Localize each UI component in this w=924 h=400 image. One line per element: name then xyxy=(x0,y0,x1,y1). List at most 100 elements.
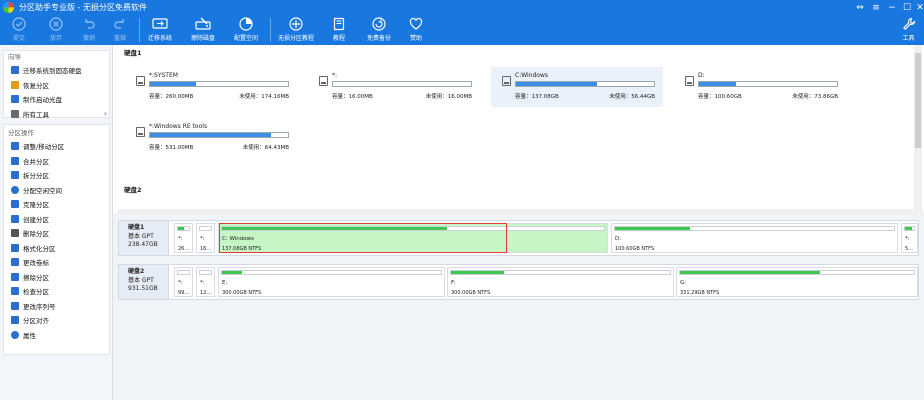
sidebar-item-serial[interactable]: 更改序列号 xyxy=(0,299,113,314)
usage-bar-fill xyxy=(699,82,737,86)
sidebar-item-migrate-ssd[interactable]: 迁移系统到固态硬盘 xyxy=(0,63,113,78)
allocate-space-button[interactable]: 配置空间 xyxy=(227,15,265,45)
disk-map-area: 硬盘1 基本 GPT 238.47GB *: 26... *: 16... C:… xyxy=(113,213,924,400)
backup-icon xyxy=(372,17,386,31)
disk-map-row-disk1[interactable]: 硬盘1 基本 GPT 238.47GB *: 26... *: 16... C:… xyxy=(118,220,919,256)
map-usage-fill xyxy=(680,271,821,274)
sidebar-item-recover-partition[interactable]: 恢复分区 xyxy=(0,78,113,93)
usage-bar-fill xyxy=(516,82,598,86)
sidebar-item-merge[interactable]: 合并分区 xyxy=(0,154,113,169)
redo-button[interactable]: 重做 xyxy=(101,15,139,45)
disk2-label: 硬盘2 xyxy=(124,186,142,194)
wrench-icon xyxy=(902,17,915,30)
partition-card-system[interactable]: *:SYSTEM 容量：260.00MB 未使用：174.16MB xyxy=(125,67,297,107)
sidebar-item-boot-disc[interactable]: 制作启动光盘 xyxy=(0,92,113,107)
format-icon xyxy=(11,243,19,252)
vertical-scrollbar[interactable] xyxy=(914,45,922,209)
minimize-icon[interactable]: − xyxy=(884,0,900,15)
migrate-icon xyxy=(11,66,19,75)
usage-bar xyxy=(332,81,472,87)
disk1-info: 硬盘1 基本 GPT 238.47GB xyxy=(119,221,169,255)
map-usage-bar xyxy=(221,270,442,275)
delete-icon xyxy=(11,229,19,238)
sidebar-item-create[interactable]: 创建分区 xyxy=(0,212,113,227)
wipe-disk-button[interactable]: 擦除磁盘 xyxy=(184,15,222,45)
submit-button[interactable]: 提交 xyxy=(0,15,38,45)
map-usage-bar xyxy=(679,270,915,275)
wizard-group: 向导 迁移系统到固态硬盘 恢复分区 制作启动光盘 所有工具 › xyxy=(0,51,113,121)
map-block-msr[interactable]: *: 16... xyxy=(196,223,215,253)
merge-icon xyxy=(11,156,19,165)
toolbar-separator xyxy=(139,18,140,42)
usage-bar xyxy=(698,81,838,87)
sidebar-item-all-tools[interactable]: 所有工具 › xyxy=(0,107,113,122)
wipe-icon xyxy=(11,272,19,281)
migrate-os-button[interactable]: 迁移系统 xyxy=(141,15,179,45)
partition-ops-title: 分区操作 xyxy=(8,129,34,137)
menu-icon[interactable]: ≡ xyxy=(868,0,884,15)
map-block-disk2-p2[interactable]: *: 12... xyxy=(196,267,215,297)
clone-icon xyxy=(11,200,19,209)
partition-ops-group: 分区操作 调整/移动分区 合并分区 拆分分区 分配空闲空间 克隆分区 创建分区 … xyxy=(0,127,113,342)
map-usage-bar xyxy=(199,270,212,275)
align-icon xyxy=(11,316,19,325)
map-block-g[interactable]: G: 331.29GB NTFS xyxy=(676,267,918,297)
tutorial-button[interactable]: 无损分区教程 xyxy=(277,15,315,45)
sidebar-item-format[interactable]: 格式化分区 xyxy=(0,241,113,256)
tools-button[interactable]: 工具 xyxy=(893,15,924,45)
scrollbar-thumb[interactable] xyxy=(915,53,921,148)
partition-card-c-windows[interactable]: C:Windows 容量：137.08GB 未使用：56.44GB xyxy=(491,67,663,107)
sidebar-item-wipe[interactable]: 擦除分区 xyxy=(0,270,113,285)
disk-map-row-disk2[interactable]: 硬盘2 基本 GPT 931.51GB *: 99... *: 12... E: xyxy=(118,264,919,300)
wipe-disk-icon xyxy=(195,17,211,30)
map-usage-bar xyxy=(904,226,915,231)
sidebar-item-split[interactable]: 拆分分区 xyxy=(0,168,113,183)
info-icon xyxy=(11,330,19,339)
toolbar-separator xyxy=(270,18,271,42)
map-block-d[interactable]: D: 100.60GB NTFS xyxy=(611,223,898,253)
sidebar-item-properties[interactable]: 属性 xyxy=(0,328,113,343)
map-block-disk2-p1[interactable]: *: 99... xyxy=(174,267,193,297)
check-partition-icon xyxy=(11,287,19,296)
book-button[interactable]: 教程 xyxy=(320,15,358,45)
map-usage-bar xyxy=(614,226,895,231)
sponsor-button[interactable]: 赞助 xyxy=(397,15,435,45)
cancel-icon xyxy=(49,17,63,31)
map-block-recovery[interactable]: *: 5... xyxy=(901,223,918,253)
serial-icon xyxy=(11,301,19,310)
map-usage-fill xyxy=(178,227,184,230)
undo-icon xyxy=(85,19,95,29)
partition-card-msr[interactable]: *: 容量：16.00MB 未使用：16.00MB xyxy=(308,67,480,107)
map-block-e[interactable]: E: 300.00GB NTFS xyxy=(218,267,445,297)
chevron-right-icon: › xyxy=(103,109,107,119)
boot-disc-icon xyxy=(11,95,19,104)
sidebar: 向导 迁移系统到固态硬盘 恢复分区 制作启动光盘 所有工具 › 分区操作 调整/移… xyxy=(0,45,113,400)
redo-icon xyxy=(114,19,124,29)
sidebar-item-delete[interactable]: 删除分区 xyxy=(0,226,113,241)
resize-icon xyxy=(11,142,19,151)
sidebar-item-allocate-free[interactable]: 分配空闲空间 xyxy=(0,183,113,198)
partition-card-d[interactable]: D: 容量：100.60GB 未使用：73.86GB xyxy=(674,67,846,107)
free-backup-button[interactable]: 免费备份 xyxy=(360,15,398,45)
sidebar-item-change-label[interactable]: 更改卷标 xyxy=(0,255,113,270)
map-usage-bar xyxy=(450,270,671,275)
close-icon[interactable]: ✕ xyxy=(912,0,924,15)
selection-highlight xyxy=(219,223,507,253)
sidebar-item-clone[interactable]: 克隆分区 xyxy=(0,197,113,212)
migrate-os-icon xyxy=(152,18,168,29)
main-panel: 硬盘1 *:SYSTEM 容量：260.00MB 未使用：174.16MB *:… xyxy=(113,45,924,400)
sidebar-item-resize[interactable]: 调整/移动分区 xyxy=(0,139,113,154)
map-usage-fill xyxy=(905,227,913,230)
map-block-system[interactable]: *: 26... xyxy=(174,223,193,253)
map-usage-bar xyxy=(177,270,190,275)
usage-bar-fill xyxy=(150,133,272,137)
title-bar: 分区助手专业版 - 无损分区免费软件 ⇔ ≡ − ☐ ✕ xyxy=(0,0,924,15)
map-block-f[interactable]: F: 300.00GB NTFS xyxy=(447,267,674,297)
sidebar-item-align[interactable]: 分区对齐 xyxy=(0,313,113,328)
pin-icon[interactable]: ⇔ xyxy=(852,0,868,15)
partition-card-recovery[interactable]: *:Windows RE tools 容量：531.00MB 未使用：64.43… xyxy=(125,118,297,158)
recover-icon xyxy=(11,80,19,89)
sidebar-item-check[interactable]: 检查分区 xyxy=(0,284,113,299)
usage-bar xyxy=(515,81,655,87)
check-icon xyxy=(12,17,26,31)
